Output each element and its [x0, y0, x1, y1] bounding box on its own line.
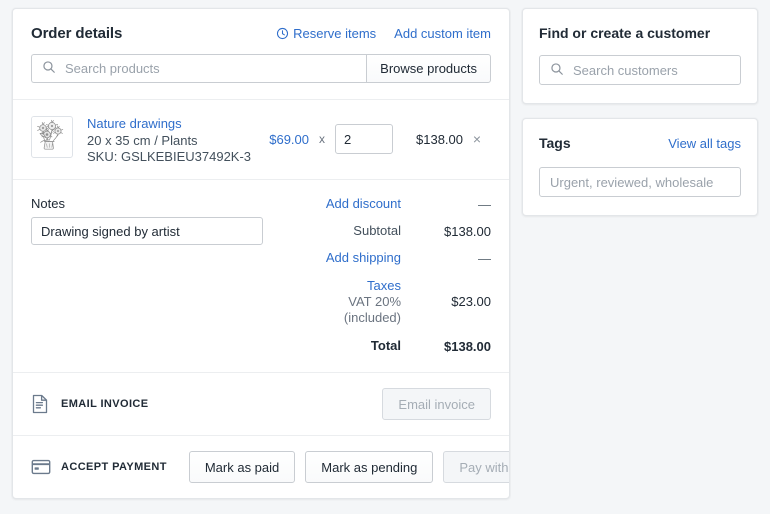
invoice-document-icon: [31, 394, 57, 414]
notes-input[interactable]: [31, 217, 263, 245]
tags-card-header: Tags View all tags: [539, 135, 741, 151]
reserve-items-link[interactable]: Reserve items: [276, 26, 376, 41]
search-products-input[interactable]: Search products: [31, 54, 367, 83]
tags-input[interactable]: [539, 167, 741, 197]
page-title: Order details: [31, 25, 123, 42]
taxes-link[interactable]: Taxes: [279, 277, 401, 294]
taxes-rate: VAT 20%: [348, 294, 401, 309]
clock-icon: [276, 27, 289, 40]
customer-card: Find or create a customer Search custome…: [522, 8, 758, 104]
accept-payment-actions: Mark as paid Mark as pending Pay with cr…: [188, 451, 509, 483]
add-discount-link[interactable]: Add discount: [279, 196, 417, 212]
accept-payment-row: ACCEPT PAYMENT Mark as paid Mark as pend…: [13, 436, 509, 498]
notes-column: Notes: [31, 196, 275, 245]
quantity-input[interactable]: [335, 124, 393, 154]
add-custom-item-link[interactable]: Add custom item: [394, 26, 491, 41]
pay-with-credit-card-button[interactable]: Pay with credit card: [443, 451, 509, 483]
search-customers-placeholder: Search customers: [573, 62, 678, 78]
totals-row-discount: Add discount —: [279, 196, 491, 212]
credit-card-icon: [31, 459, 57, 475]
customer-card-title: Find or create a customer: [539, 25, 711, 41]
email-invoice-actions: Email invoice: [382, 388, 491, 420]
line-item-pricing: $69.00 x $138.00 ×: [253, 116, 491, 154]
totals-row-taxes: Taxes VAT 20% (included) $23.00: [279, 277, 491, 326]
line-item-row: Nature drawings 20 x 35 cm / Plants SKU:…: [13, 100, 509, 179]
total-label: Total: [370, 338, 401, 353]
view-all-tags-link[interactable]: View all tags: [668, 136, 741, 151]
tags-card-title: Tags: [539, 135, 571, 151]
subtotal-label: Subtotal: [353, 223, 401, 238]
notes-and-totals: Notes Add discount — Subtotal $138.00 Ad…: [13, 180, 509, 372]
line-item-info: Nature drawings 20 x 35 cm / Plants SKU:…: [87, 116, 253, 165]
customer-card-body: Find or create a customer Search custome…: [523, 9, 757, 103]
header-actions: Reserve items Add custom item: [276, 26, 491, 41]
tags-card-body: Tags View all tags: [523, 119, 757, 215]
browse-products-button[interactable]: Browse products: [366, 54, 491, 83]
taxes-included-note: (included): [343, 310, 401, 325]
shipping-value: —: [478, 250, 491, 266]
taxes-label-group: Taxes VAT 20% (included): [279, 277, 417, 326]
totals-row-subtotal: Subtotal $138.00: [279, 223, 491, 239]
search-icon: [42, 60, 56, 77]
mark-as-pending-button[interactable]: Mark as pending: [305, 451, 434, 483]
mark-as-paid-button[interactable]: Mark as paid: [188, 451, 296, 483]
unit-price[interactable]: $69.00: [253, 132, 309, 147]
search-products-placeholder: Search products: [65, 61, 160, 76]
product-title-link[interactable]: Nature drawings: [87, 116, 253, 132]
subtotal-value: $138.00: [444, 223, 491, 239]
taxes-value: $23.00: [451, 294, 491, 309]
product-search-row: Search products Browse products: [13, 42, 509, 99]
email-invoice-label: EMAIL INVOICE: [61, 398, 149, 410]
reserve-items-label: Reserve items: [293, 26, 377, 41]
discount-value: —: [478, 196, 491, 212]
search-icon: [550, 62, 564, 79]
email-invoice-row: EMAIL INVOICE Email invoice: [13, 373, 509, 435]
product-variant: 20 x 35 cm / Plants: [87, 133, 198, 148]
totals-row-total: Total $138.00: [279, 338, 491, 354]
totals-row-shipping: Add shipping —: [279, 250, 491, 266]
search-customers-input[interactable]: Search customers: [539, 55, 741, 85]
tags-card: Tags View all tags: [522, 118, 758, 216]
sidebar-column: Find or create a customer Search custome…: [522, 8, 758, 216]
line-item-total: $138.00: [416, 131, 463, 147]
main-column: Order details Reserve items Add custom i…: [12, 8, 510, 499]
total-value: $138.00: [444, 338, 491, 354]
accept-payment-label: ACCEPT PAYMENT: [61, 461, 167, 473]
multiply-symbol: x: [319, 132, 325, 146]
order-details-header: Order details Reserve items Add custom i…: [13, 9, 509, 42]
product-sku: SKU: GSLKEBIEU37492K-3: [87, 149, 252, 164]
email-invoice-button[interactable]: Email invoice: [382, 388, 491, 420]
remove-line-item-icon[interactable]: ×: [463, 132, 491, 146]
order-details-card: Order details Reserve items Add custom i…: [12, 8, 510, 499]
notes-label: Notes: [31, 196, 65, 211]
totals-column: Add discount — Subtotal $138.00 Add ship…: [275, 196, 491, 354]
add-shipping-link[interactable]: Add shipping: [279, 250, 417, 266]
product-thumbnail: [31, 116, 73, 158]
order-create-page: Order details Reserve items Add custom i…: [0, 0, 770, 514]
